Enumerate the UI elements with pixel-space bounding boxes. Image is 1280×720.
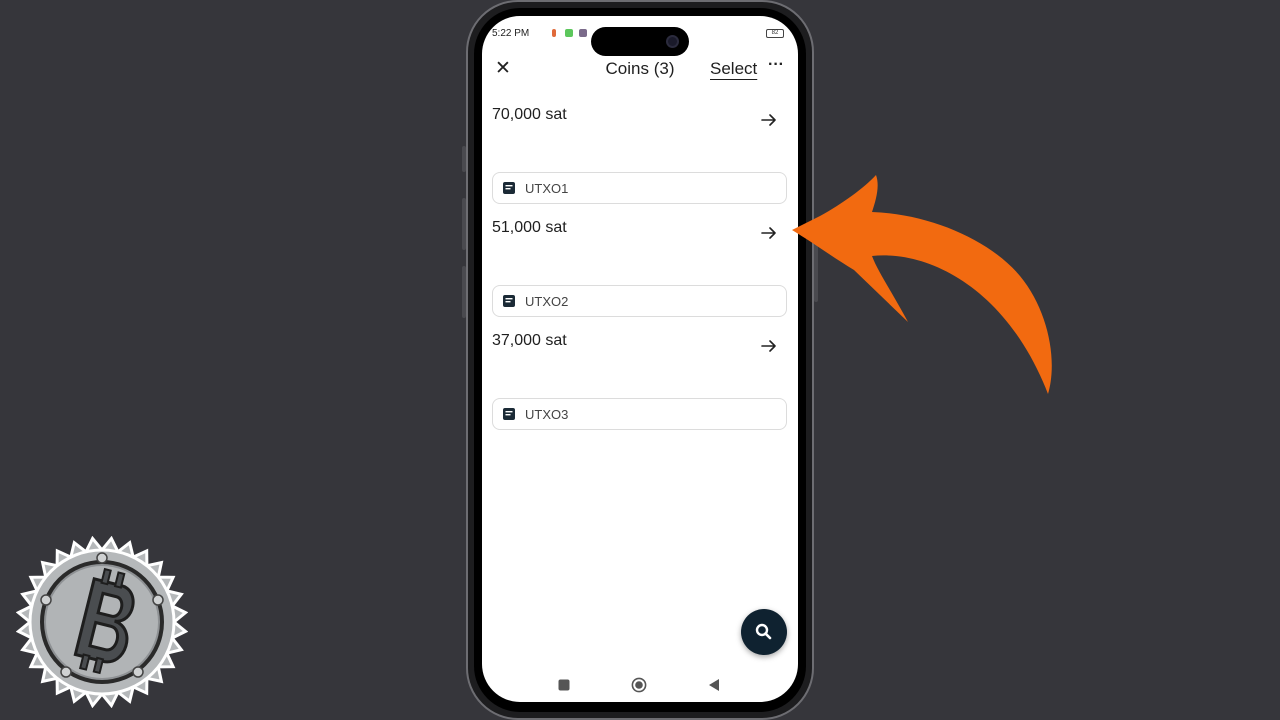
coin-item[interactable]: 70,000 sat UTXO1 — [492, 106, 788, 218]
status-time: 5:22 PM — [492, 28, 530, 39]
phone-volume-down-button — [462, 266, 466, 318]
system-nav-bar — [482, 672, 798, 698]
arrow-right-icon[interactable] — [758, 110, 780, 130]
dynamic-island — [591, 27, 689, 56]
coin-item[interactable]: 37,000 sat UTXO3 — [492, 332, 788, 444]
circle-home-icon[interactable] — [631, 677, 647, 693]
arrow-right-icon[interactable] — [758, 223, 780, 243]
more-options-button[interactable]: ··· — [768, 56, 784, 74]
app-notification-icon — [565, 29, 573, 37]
search-icon — [755, 623, 772, 640]
note-icon — [503, 295, 515, 307]
coin-label: UTXO3 — [525, 407, 569, 422]
more-horizontal-icon: ··· — [768, 56, 784, 73]
app-header: ✕ Coins (3) Select ··· — [482, 54, 798, 86]
back-triangle-icon[interactable] — [706, 677, 722, 693]
coin-amount: 70,000 sat — [492, 106, 567, 123]
coin-label: UTXO1 — [525, 181, 569, 196]
battery-icon: 82 — [766, 29, 784, 38]
search-fab-button[interactable] — [741, 609, 787, 655]
coin-amount: 51,000 sat — [492, 219, 567, 236]
coin-item[interactable]: 51,000 sat UTXO2 — [492, 219, 788, 331]
coin-label-field[interactable]: UTXO3 — [492, 398, 787, 430]
coin-label: UTXO2 — [525, 294, 569, 309]
phone-volume-up-button — [462, 198, 466, 250]
app-notification-icon-2 — [579, 29, 587, 37]
coin-label-field[interactable]: UTXO1 — [492, 172, 787, 204]
phone-side-button — [462, 146, 466, 172]
coin-label-field[interactable]: UTXO2 — [492, 285, 787, 317]
phone-screen: 5:22 PM 82 ✕ Coins (3) Select ··· 70,000… — [482, 16, 798, 702]
square-icon[interactable] — [556, 677, 572, 693]
select-button[interactable]: Select — [710, 59, 757, 79]
bitcoin-gear-logo — [16, 536, 188, 708]
note-icon — [503, 408, 515, 420]
arrow-right-icon[interactable] — [758, 336, 780, 356]
note-icon — [503, 182, 515, 194]
camera-icon — [666, 35, 679, 48]
notification-icon — [552, 29, 556, 37]
curved-arrow-icon — [792, 175, 1052, 394]
coin-amount: 37,000 sat — [492, 332, 567, 349]
status-bar: 5:22 PM 82 — [482, 16, 798, 56]
